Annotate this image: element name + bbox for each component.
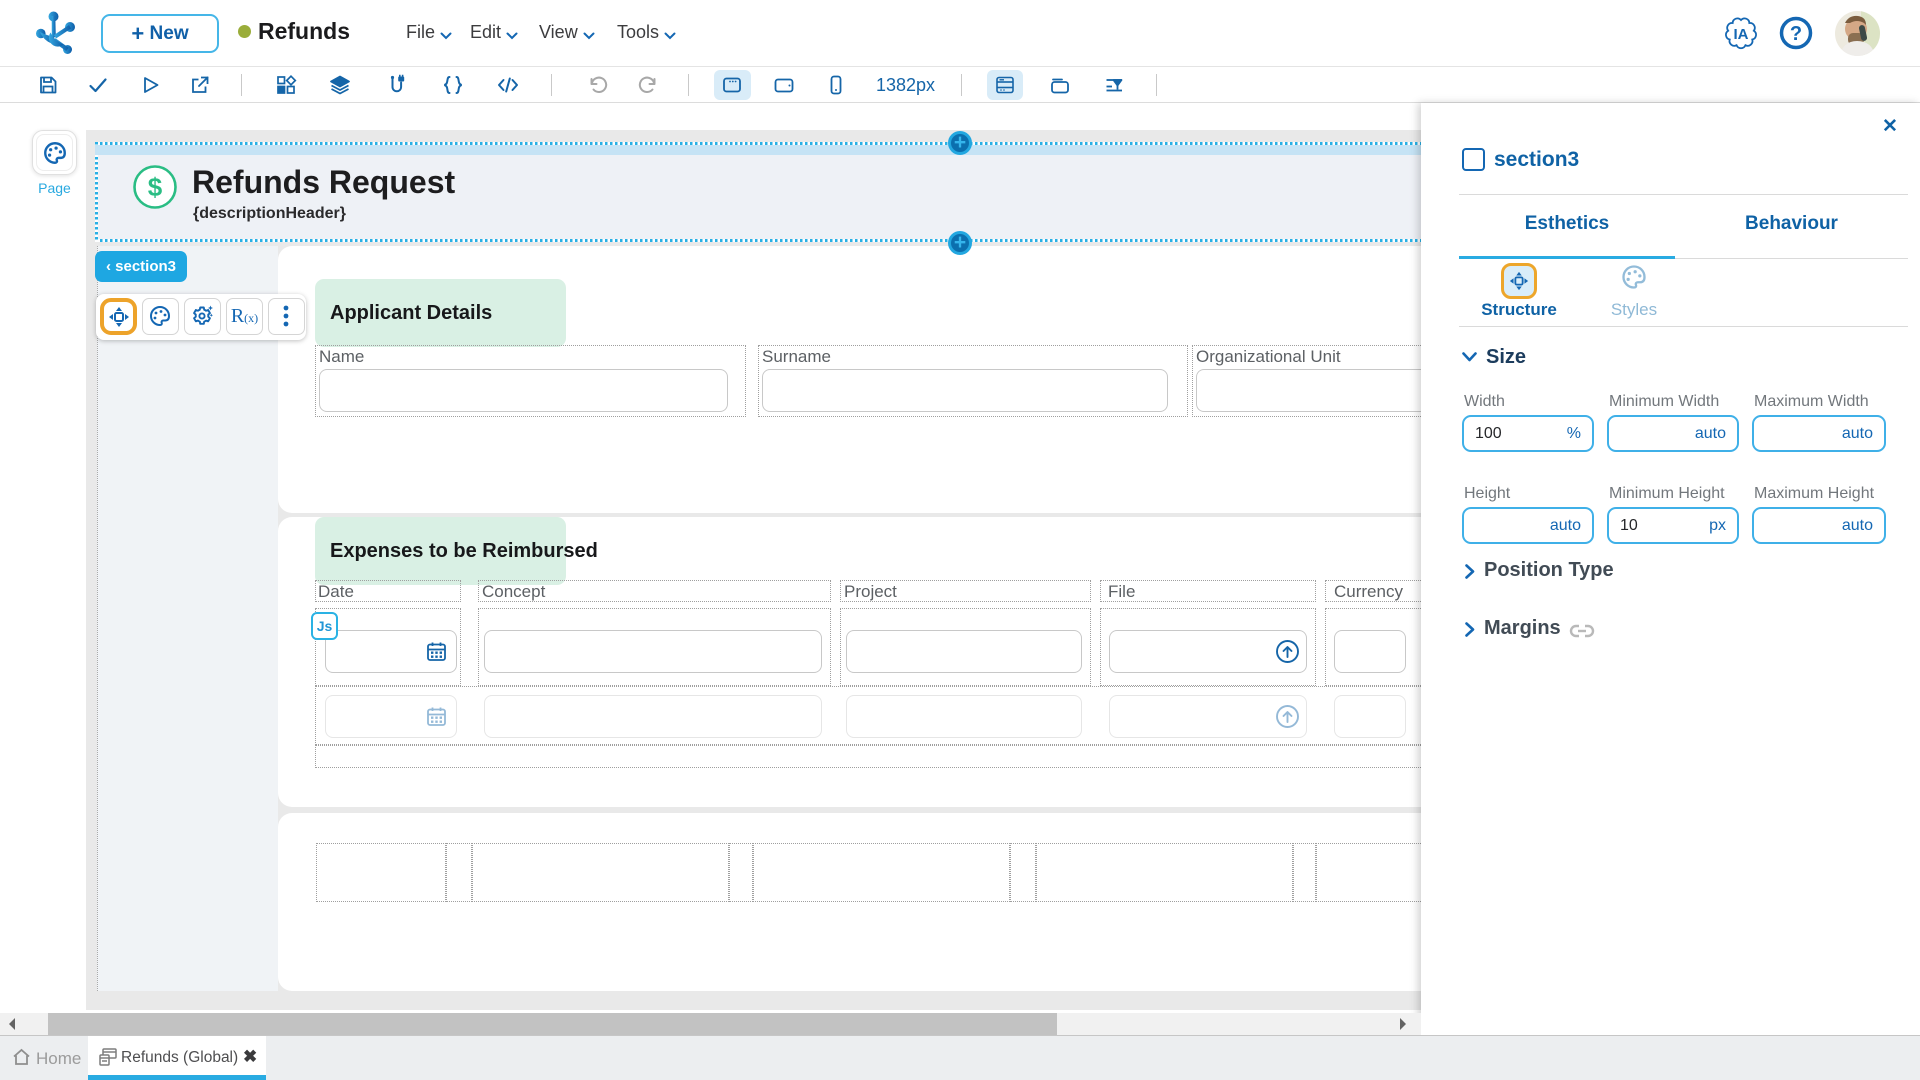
svg-text:IA: IA (1734, 26, 1749, 43)
svg-text:?: ? (1790, 23, 1802, 45)
svg-text:$: $ (148, 172, 163, 202)
